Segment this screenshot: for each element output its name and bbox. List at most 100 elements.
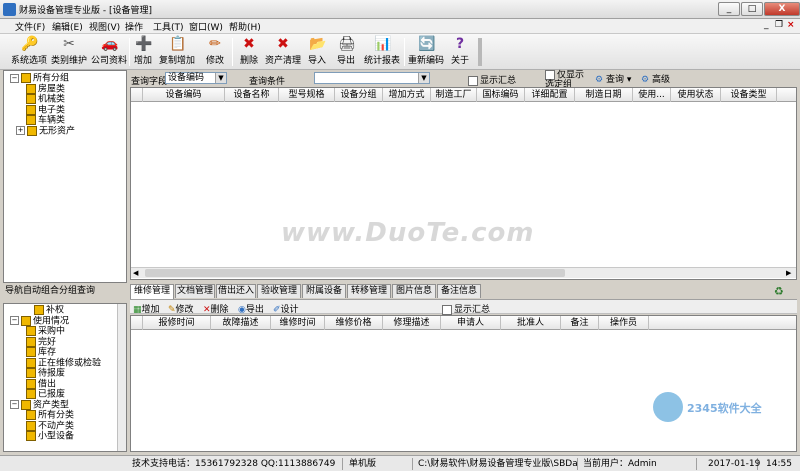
col-header[interactable]: 批准人	[501, 316, 561, 330]
repair-grid[interactable]: 报修时间 故障描述 维修时间 维修价格 修理描述 申请人 批准人 备注 操作员 …	[130, 315, 797, 452]
nav-tree-scrollbar[interactable]	[117, 304, 126, 451]
col-header[interactable]: 操作员	[599, 316, 649, 330]
scroll-right-icon[interactable]: ▶	[786, 269, 794, 277]
menu-operate[interactable]: 操作	[125, 20, 143, 33]
tree-node[interactable]: 不动产类	[10, 420, 101, 431]
col-header[interactable]: 制造日期	[575, 88, 633, 102]
col-header[interactable]: 备注	[561, 316, 599, 330]
tree-node[interactable]: 机械类	[10, 94, 75, 105]
sub-design-button[interactable]: ✐设计	[273, 302, 299, 315]
col-header[interactable]: 报修时间	[143, 316, 211, 330]
menu-tools[interactable]: 工具(T)	[153, 20, 184, 33]
tree-node[interactable]: 完好	[10, 336, 101, 347]
col-header[interactable]: 增加方式	[383, 88, 431, 102]
sub-add-button[interactable]: ▦增加	[133, 302, 160, 315]
tab-attached[interactable]: 附属设备	[302, 284, 346, 298]
query-cond-select[interactable]: ▼	[314, 72, 430, 84]
tree-node[interactable]: + 无形资产	[10, 125, 75, 136]
asset-clear-button[interactable]: ✖ 资产清理	[264, 36, 302, 68]
menu-edit[interactable]: 编辑(E)	[52, 20, 83, 33]
about-button[interactable]: ? 关于	[449, 36, 471, 68]
tab-docs[interactable]: 文档管理	[175, 284, 215, 298]
show-summary-checkbox[interactable]: 显示汇总	[468, 73, 516, 86]
col-header[interactable]: 维修时间	[271, 316, 325, 330]
stats-report-button[interactable]: 📊 统计报表	[362, 36, 402, 68]
tree-node-usage[interactable]: − 使用情况	[10, 315, 101, 326]
col-header[interactable]: 制造工厂	[431, 88, 477, 102]
col-header[interactable]: 故障描述	[211, 316, 271, 330]
collapse-icon[interactable]: −	[10, 316, 19, 325]
tab-accept[interactable]: 验收管理	[257, 284, 301, 298]
search-button[interactable]: ⚙ 查询 ▾	[595, 72, 631, 85]
advanced-button[interactable]: ⚙ 高级	[641, 72, 670, 85]
sub-delete-button[interactable]: ✕删除	[203, 302, 229, 315]
tree-node-all-groups[interactable]: − 所有分组	[10, 73, 75, 84]
edit-button[interactable]: ✏ 修改	[204, 36, 226, 68]
tree-node[interactable]: 小型设备	[10, 431, 101, 442]
recode-button[interactable]: 🔄 重新编码	[406, 36, 446, 68]
export-button[interactable]: 🖨 导出	[335, 36, 357, 68]
close-button[interactable]: X	[764, 2, 800, 16]
clear-icon: ✖	[277, 36, 289, 52]
col-header[interactable]: 设备类型	[721, 88, 777, 102]
grid-h-scrollbar[interactable]: ◀ ▶	[131, 267, 796, 278]
tab-notes[interactable]: 备注信息	[437, 284, 481, 298]
sub-edit-button[interactable]: ✎修改	[168, 302, 194, 315]
tree-node[interactable]: 所有分类	[10, 410, 101, 421]
col-header[interactable]: 设备分组	[335, 88, 383, 102]
category-maintain-button[interactable]: ✂ 类别维护	[50, 36, 88, 68]
tab-repair[interactable]: 维修管理	[130, 284, 174, 299]
col-header[interactable]: 使用状态	[671, 88, 721, 102]
mdi-close-button[interactable]: ×	[787, 20, 795, 30]
system-options-button[interactable]: 🔑 系统选项	[10, 36, 48, 68]
tree-node[interactable]: 补权	[10, 305, 101, 316]
col-header[interactable]: 型号规格	[279, 88, 335, 102]
col-header[interactable]: 设备名称	[225, 88, 279, 102]
col-header[interactable]: 国标编码	[477, 88, 525, 102]
toolbar-grip[interactable]	[478, 38, 482, 66]
collapse-icon[interactable]: −	[10, 400, 19, 409]
mdi-minimize-button[interactable]: _	[764, 20, 769, 30]
tree-node[interactable]: 房屋类	[10, 83, 75, 94]
equipment-grid[interactable]: 设备编码 设备名称 型号规格 设备分组 增加方式 制造工厂 国标编码 详细配置 …	[130, 87, 797, 280]
tree-node[interactable]: 车辆类	[10, 115, 75, 126]
collapse-icon[interactable]: −	[10, 73, 19, 83]
tree-node[interactable]: 正在维修或检验	[10, 357, 101, 368]
mdi-restore-button[interactable]: ❐	[775, 20, 783, 30]
menu-file[interactable]: 文件(F)	[15, 20, 45, 33]
tree-node[interactable]: 采购中	[10, 326, 101, 337]
tree-node[interactable]: 电子类	[10, 104, 75, 115]
scroll-left-icon[interactable]: ◀	[133, 269, 141, 277]
sub-export-button[interactable]: ◉导出	[238, 302, 264, 315]
add-button[interactable]: ➕ 增加	[132, 36, 154, 68]
advanced-search-icon: ⚙	[641, 75, 650, 85]
col-header[interactable]: 使用...	[633, 88, 671, 102]
tab-lend[interactable]: 借出还入	[216, 284, 256, 298]
col-header[interactable]: 详细配置	[525, 88, 575, 102]
scroll-thumb[interactable]	[145, 269, 565, 277]
maximize-button[interactable]: □	[741, 2, 763, 16]
delete-button[interactable]: ✖ 删除	[238, 36, 260, 68]
col-header[interactable]: 设备编码	[143, 88, 225, 102]
menu-window[interactable]: 窗口(W)	[189, 20, 223, 33]
company-info-button[interactable]: 🚗 公司资料	[90, 36, 128, 68]
col-header[interactable]: 修理描述	[383, 316, 441, 330]
col-header[interactable]: 维修价格	[325, 316, 383, 330]
col-header[interactable]: 申请人	[441, 316, 501, 330]
menu-view[interactable]: 视图(V)	[89, 20, 120, 33]
minimize-button[interactable]: _	[718, 2, 740, 16]
tree-node[interactable]: 库存	[10, 347, 101, 358]
tab-images[interactable]: 图片信息	[392, 284, 436, 298]
refresh-icon[interactable]: ♻	[774, 285, 784, 298]
menu-help[interactable]: 帮助(H)	[229, 20, 261, 33]
tree-node-asset-type[interactable]: − 资产类型	[10, 399, 101, 410]
expand-icon[interactable]: +	[16, 126, 25, 135]
tab-transfer[interactable]: 转移管理	[347, 284, 391, 298]
import-button[interactable]: 📂 导入	[306, 36, 328, 68]
query-field-select[interactable]: 设备编码 ▼	[165, 72, 227, 84]
copy-add-button[interactable]: 📋 复制增加	[158, 36, 196, 68]
tree-node[interactable]: 待报废	[10, 368, 101, 379]
sub-show-summary-checkbox[interactable]: 显示汇总	[442, 302, 490, 315]
tree-node[interactable]: 借出	[10, 378, 101, 389]
tree-node[interactable]: 已报废	[10, 389, 101, 400]
